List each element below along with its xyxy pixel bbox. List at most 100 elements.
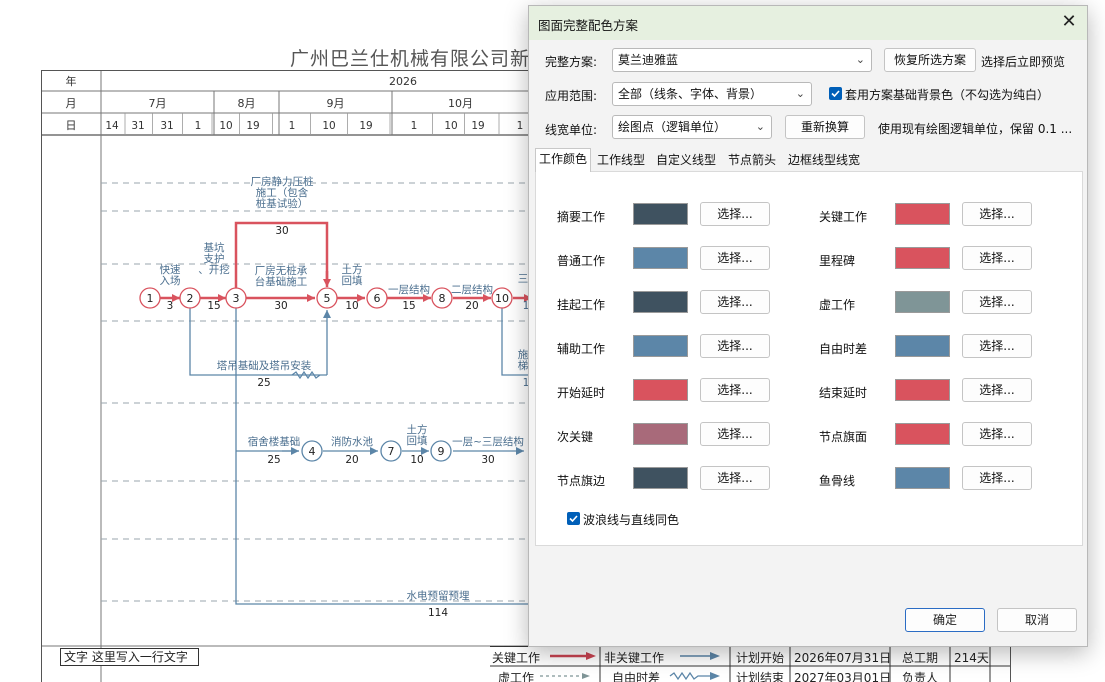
- activity-name: 宿舍楼基础: [248, 435, 301, 448]
- choose-color-button-left-1[interactable]: 选择...: [700, 246, 770, 270]
- width-unit-label: 线宽单位:: [545, 123, 598, 137]
- header-month-label: 月: [66, 97, 77, 110]
- node-number: 5: [324, 292, 331, 305]
- header-year-value: 2026: [389, 75, 417, 88]
- activity-name: 回填: [407, 434, 428, 447]
- tab-node-arrows[interactable]: 节点箭头: [725, 150, 779, 172]
- wave-same-color-label: 波浪线与直线同色: [583, 513, 680, 527]
- restore-hint: 选择后立即预览: [981, 55, 1066, 69]
- tab-work-colors[interactable]: 工作颜色: [535, 148, 592, 172]
- color-swatch-right-1[interactable]: [895, 247, 950, 269]
- fire-pool-arrow-head: [370, 447, 378, 455]
- width-unit-select[interactable]: 绘图点（逻辑单位） ⌄: [612, 115, 772, 139]
- activity-duration: 30: [274, 300, 287, 312]
- legend-plan-start-label: 计划开始: [736, 651, 785, 665]
- activity-name: 消防水池: [331, 435, 373, 448]
- activity-duration: 20: [345, 454, 358, 466]
- tab-border-line-width[interactable]: 边框线型线宽: [785, 150, 863, 172]
- node-number: 4: [309, 445, 316, 458]
- checkmark-icon: [831, 90, 840, 98]
- activity-duration: 10: [345, 300, 358, 312]
- color-label-right-4: 结束延时: [819, 386, 868, 400]
- choose-color-button-left-3[interactable]: 选择...: [700, 334, 770, 358]
- color-swatch-right-0[interactable]: [895, 203, 950, 225]
- legend-plan-start-value: 2026年07月31日: [794, 651, 892, 665]
- node-number: 1: [147, 292, 154, 305]
- color-label-left-4: 开始延时: [557, 386, 606, 400]
- color-swatch-right-6[interactable]: [895, 467, 950, 489]
- choose-color-button-right-6[interactable]: 选择...: [962, 466, 1032, 490]
- node-number: 9: [438, 445, 445, 458]
- choose-color-button-right-4[interactable]: 选择...: [962, 378, 1032, 402]
- color-swatch-left-0[interactable]: [633, 203, 688, 225]
- color-swatch-right-3[interactable]: [895, 335, 950, 357]
- partial-label: 三: [518, 273, 529, 285]
- tab-work-line-types[interactable]: 工作线型: [594, 150, 648, 172]
- legend-total-label: 总工期: [902, 651, 939, 665]
- recalc-button[interactable]: 重新换算: [785, 115, 865, 139]
- header-year-label: 年: [66, 74, 77, 88]
- header-day-cell: 1: [411, 120, 418, 132]
- tower-crane-up-arrow-head: [323, 310, 331, 318]
- close-icon[interactable]: ✕: [1055, 10, 1083, 36]
- choose-color-button-left-6[interactable]: 选择...: [700, 466, 770, 490]
- text-line-box[interactable]: 文字 这里写入一行文字: [60, 648, 199, 666]
- node-number: 2: [187, 292, 194, 305]
- choose-color-button-right-0[interactable]: 选择...: [962, 202, 1032, 226]
- color-swatch-left-6[interactable]: [633, 467, 688, 489]
- legend-table: 关键工作 非关键工作 计划开始 2026年07月31日 总工期 214天 虚工作…: [490, 646, 1010, 682]
- activity-duration: 10: [410, 454, 423, 466]
- activity-duration: 15: [402, 300, 415, 312]
- activity-name: 台基础施工: [255, 275, 308, 288]
- choose-color-button-right-2[interactable]: 选择...: [962, 290, 1032, 314]
- choose-color-button-left-2[interactable]: 选择...: [700, 290, 770, 314]
- legend-owner-label: 负责人: [902, 671, 939, 682]
- bg-color-checkbox-label: 套用方案基础背景色（不勾选为纯白）: [845, 88, 1050, 102]
- color-swatch-left-2[interactable]: [633, 291, 688, 313]
- color-label-right-3: 自由时差: [819, 342, 868, 356]
- choose-color-button-right-1[interactable]: 选择...: [962, 246, 1032, 270]
- activity-name: 回填: [342, 274, 363, 287]
- color-label-right-5: 节点旗面: [819, 430, 868, 444]
- ok-button[interactable]: 确定: [905, 608, 985, 632]
- cancel-button[interactable]: 取消: [997, 608, 1077, 632]
- color-scheme-dialog: 图面完整配色方案 ✕ 完整方案: 莫兰迪雅蓝 ⌄ 恢复所选方案 选择后立即预览 …: [528, 5, 1088, 647]
- width-unit-hint: 使用现有绘图逻辑单位，保留 0.1 ...: [878, 122, 1073, 136]
- activity-name: 一层~三层结构: [452, 435, 524, 448]
- tab-custom-line-types[interactable]: 自定义线型: [653, 150, 719, 172]
- choose-color-button-left-4[interactable]: 选择...: [700, 378, 770, 402]
- color-label-right-6: 鱼骨线: [819, 474, 856, 488]
- legend-plan-end-value: 2027年03月01日: [794, 671, 892, 682]
- color-label-left-1: 普通工作: [557, 254, 606, 268]
- color-swatch-right-2[interactable]: [895, 291, 950, 313]
- choose-color-button-right-3[interactable]: 选择...: [962, 334, 1032, 358]
- tab-bar: 工作颜色 工作线型 自定义线型 节点箭头 边框线型线宽: [535, 148, 1083, 172]
- header-month-cell: 10月: [448, 97, 473, 110]
- color-swatch-right-4[interactable]: [895, 379, 950, 401]
- choose-color-button-left-5[interactable]: 选择...: [700, 422, 770, 446]
- activity-name: 桩基试验）: [256, 197, 309, 210]
- bg-color-checkbox[interactable]: [829, 87, 842, 100]
- legend-dummy-label: 虚工作: [498, 671, 535, 682]
- color-swatch-right-5[interactable]: [895, 423, 950, 445]
- node-number: 10: [495, 292, 509, 305]
- dialog-title: 图面完整配色方案: [538, 18, 639, 33]
- wave-same-color-checkbox[interactable]: [567, 512, 580, 525]
- color-swatch-left-3[interactable]: [633, 335, 688, 357]
- scope-select-value: 全部（线条、字体、背景）: [618, 87, 763, 101]
- node-number: 8: [439, 292, 446, 305]
- color-swatch-left-4[interactable]: [633, 379, 688, 401]
- header-day-cell: 1: [195, 120, 202, 132]
- restore-scheme-button[interactable]: 恢复所选方案: [884, 48, 976, 72]
- color-swatch-left-1[interactable]: [633, 247, 688, 269]
- color-swatch-left-5[interactable]: [633, 423, 688, 445]
- dialog-titlebar[interactable]: 图面完整配色方案 ✕: [529, 6, 1087, 40]
- activity-duration: 3: [167, 300, 174, 312]
- scheme-select[interactable]: 莫兰迪雅蓝 ⌄: [612, 48, 872, 72]
- color-label-right-1: 里程碑: [819, 254, 856, 268]
- choose-color-button-left-0[interactable]: 选择...: [700, 202, 770, 226]
- choose-color-button-right-5[interactable]: 选择...: [962, 422, 1032, 446]
- activity-name: 水电预留预埋: [407, 589, 470, 602]
- scope-select[interactable]: 全部（线条、字体、背景） ⌄: [612, 82, 812, 106]
- legend-noncritical-label: 非关键工作: [604, 651, 665, 665]
